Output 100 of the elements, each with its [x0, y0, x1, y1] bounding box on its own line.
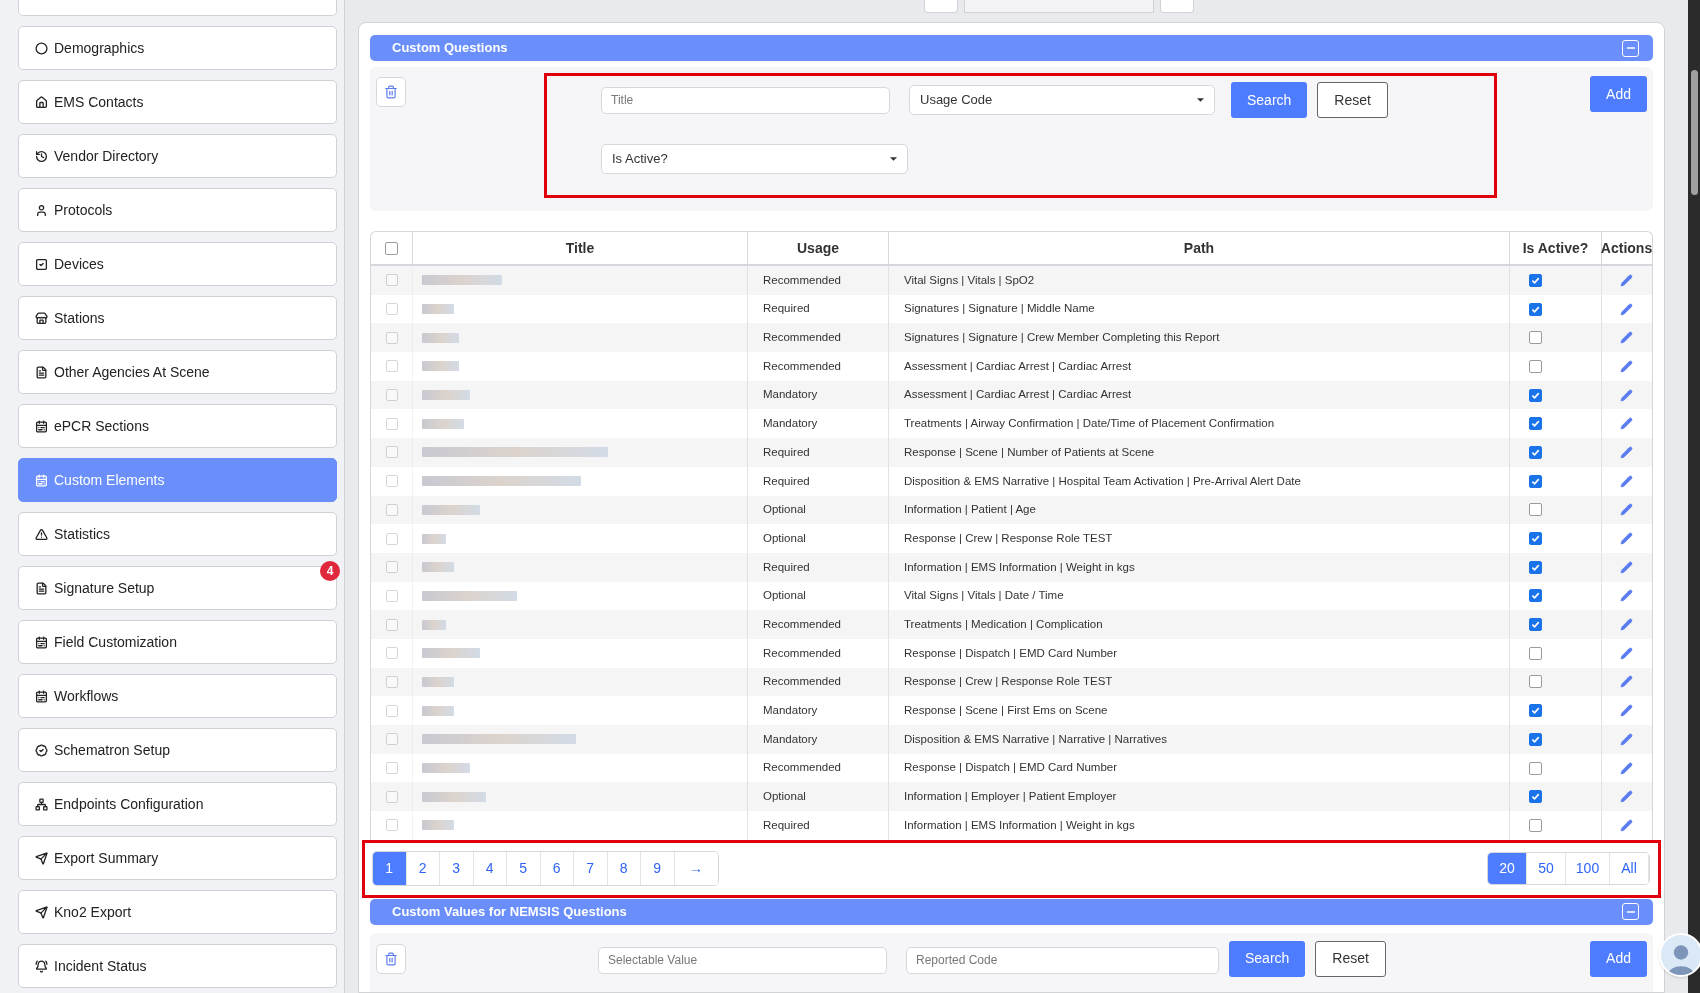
sidebar-item[interactable]: Endpoints Configuration	[18, 782, 337, 826]
add-button[interactable]: Add	[1590, 76, 1647, 112]
checkbox[interactable]	[1529, 589, 1542, 603]
edit-icon[interactable]	[1620, 532, 1633, 546]
checkbox[interactable]	[1529, 761, 1542, 775]
section-title: Custom Values for NEMSIS Questions	[392, 903, 627, 921]
scrollbar[interactable]	[1688, 0, 1700, 993]
checkbox[interactable]	[1529, 818, 1542, 832]
blurred-title	[422, 763, 470, 774]
checkbox[interactable]	[1529, 359, 1542, 373]
checkbox[interactable]	[1529, 675, 1542, 689]
table-cell: Recommended	[748, 352, 889, 381]
edit-icon[interactable]	[1620, 445, 1633, 459]
sidebar-item[interactable]: Demographics	[18, 26, 337, 70]
reset-button[interactable]: Reset	[1317, 82, 1388, 118]
table-cell: Disposition & EMS Narrative | Narrative | Narratives	[889, 725, 1510, 754]
edit-icon[interactable]	[1620, 675, 1633, 689]
sidebar-item[interactable]: Statistics	[18, 512, 337, 556]
sidebar-item[interactable]	[18, 0, 337, 16]
checkbox[interactable]	[1529, 388, 1542, 402]
table-cell: Optional	[748, 524, 889, 553]
table-cell: Mandatory	[748, 725, 889, 754]
collapse-button[interactable]	[1622, 39, 1639, 57]
delete-button[interactable]	[376, 943, 406, 974]
sidebar-item[interactable]: Incident Status	[18, 944, 337, 988]
edit-icon[interactable]	[1620, 388, 1633, 402]
checkbox[interactable]	[1529, 532, 1542, 546]
edit-icon[interactable]	[1620, 474, 1633, 488]
page-input[interactable]	[964, 0, 1154, 13]
dropdown[interactable]: Usage Code	[909, 85, 1215, 115]
checkbox[interactable]	[1529, 445, 1542, 459]
edit-icon[interactable]	[1620, 646, 1633, 660]
edit-icon[interactable]	[1620, 818, 1633, 832]
blurred-title	[422, 418, 465, 429]
sidebar-item[interactable]: Kno2 Export	[18, 890, 337, 934]
edit-icon[interactable]	[1620, 302, 1633, 316]
sidebar-item[interactable]: Vendor Directory	[18, 134, 337, 178]
sidebar-item[interactable]: Field Customization	[18, 620, 337, 664]
checkbox[interactable]	[1529, 331, 1542, 345]
edit-icon[interactable]	[1620, 790, 1633, 804]
page-button[interactable]: 1	[373, 852, 407, 886]
checkbox[interactable]	[1529, 503, 1542, 517]
blurred-title	[422, 648, 481, 659]
checkbox[interactable]	[1529, 417, 1542, 431]
store-icon	[35, 311, 48, 325]
sidebar-item[interactable]: Export Summary	[18, 836, 337, 880]
checkbox[interactable]	[1529, 302, 1542, 316]
person-icon	[35, 203, 48, 217]
edit-icon[interactable]	[1620, 560, 1633, 574]
warning-icon	[35, 527, 48, 541]
blurred-title	[422, 504, 481, 515]
table-cell: Response | Dispatch | EMD Card Number	[889, 638, 1510, 668]
checkbox[interactable]	[1529, 704, 1542, 718]
collapse-button[interactable]	[1622, 903, 1639, 921]
input-field[interactable]: Reported Code	[906, 946, 1219, 974]
sidebar-item[interactable]: Schematron Setup	[18, 728, 337, 772]
sidebar-item[interactable]: EMS Contacts	[18, 80, 337, 124]
sidebar-item[interactable]: Other Agencies At Scene	[18, 350, 337, 394]
pager-button[interactable]	[1160, 0, 1194, 13]
checkbox[interactable]	[1529, 273, 1542, 287]
trash-icon	[384, 85, 398, 99]
send-icon	[35, 905, 48, 919]
badge-check-icon	[35, 743, 48, 757]
checkbox[interactable]	[1529, 560, 1542, 574]
checkbox[interactable]	[1529, 732, 1542, 746]
edit-icon[interactable]	[1620, 618, 1633, 632]
edit-icon[interactable]	[1620, 359, 1633, 373]
checkbox[interactable]	[385, 241, 398, 255]
checkbox[interactable]	[1529, 618, 1542, 632]
edit-icon[interactable]	[1620, 761, 1633, 775]
edit-icon[interactable]	[1620, 704, 1633, 718]
reset-button[interactable]: Reset	[1315, 940, 1386, 977]
checkbox[interactable]	[1529, 790, 1542, 804]
search-button[interactable]: Search	[1231, 82, 1308, 118]
edit-icon[interactable]	[1620, 331, 1633, 345]
table-cell: Information | EMS Information | Weight in kgs	[889, 552, 1510, 582]
pager-button[interactable]	[924, 0, 958, 13]
sidebar-item[interactable]: Protocols	[18, 188, 337, 232]
edit-icon[interactable]	[1620, 589, 1633, 603]
dropdown[interactable]: Is Active?	[601, 144, 908, 174]
sidebar-item[interactable]: Stations	[18, 296, 337, 340]
checkbox[interactable]	[1529, 646, 1542, 660]
sidebar-item[interactable]: Devices	[18, 242, 337, 286]
edit-icon[interactable]	[1620, 273, 1633, 287]
blurred-title	[422, 791, 486, 802]
edit-icon[interactable]	[1620, 732, 1633, 746]
network-icon	[35, 797, 48, 811]
checkbox[interactable]	[1529, 474, 1542, 488]
input-field[interactable]: Title	[601, 86, 890, 114]
search-button[interactable]: Search	[1229, 940, 1306, 977]
sidebar-item[interactable]: ePCR Sections	[18, 404, 337, 448]
input-field[interactable]: Selectable Value	[598, 946, 887, 974]
calendar-icon	[35, 635, 48, 649]
blurred-title	[422, 304, 454, 315]
edit-icon[interactable]	[1620, 503, 1633, 517]
edit-icon[interactable]	[1620, 417, 1633, 431]
page-size-button[interactable]: 20	[1488, 853, 1527, 885]
delete-button[interactable]	[376, 77, 406, 107]
sidebar-item[interactable]: Workflows	[18, 674, 337, 718]
add-button[interactable]: Add	[1590, 940, 1647, 977]
